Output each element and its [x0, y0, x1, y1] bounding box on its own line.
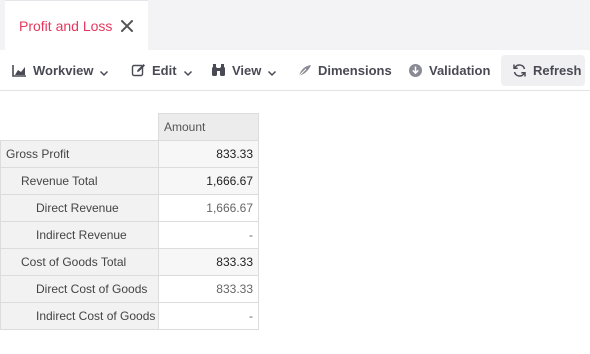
table-row: Indirect Revenue - — [0, 221, 259, 249]
workview-button[interactable]: Workview — [12, 55, 109, 86]
chevron-down-icon — [183, 66, 193, 76]
edit-button[interactable]: Edit — [131, 55, 193, 86]
table-row: Direct Revenue 1,666.67 — [0, 194, 259, 222]
binoculars-icon — [211, 63, 226, 78]
grid-corner — [0, 113, 159, 141]
tab-strip: Profit and Loss — [0, 0, 590, 50]
row-header[interactable]: Indirect Cost of Goods — [0, 302, 159, 330]
header-row: Amount — [0, 113, 259, 141]
chart-icon — [12, 63, 27, 78]
validation-button[interactable]: Validation — [408, 55, 490, 86]
cell-value[interactable]: 833.33 — [158, 275, 259, 303]
dimensions-icon — [297, 63, 312, 78]
view-button[interactable]: View — [211, 55, 277, 86]
edit-label: Edit — [152, 63, 177, 78]
cell-value[interactable]: 1,666.67 — [158, 167, 259, 195]
row-header[interactable]: Indirect Revenue — [0, 221, 159, 249]
cell-value[interactable]: 833.33 — [158, 248, 259, 276]
row-header[interactable]: Cost of Goods Total — [0, 248, 159, 276]
refresh-icon — [512, 63, 527, 78]
table-row: Gross Profit 833.33 — [0, 140, 259, 168]
row-header[interactable]: Direct Revenue — [0, 194, 159, 222]
table-row: Cost of Goods Total 833.33 — [0, 248, 259, 276]
refresh-label: Refresh — [533, 63, 582, 78]
row-header[interactable]: Direct Cost of Goods — [0, 275, 159, 303]
pencil-icon — [131, 63, 146, 78]
chevron-down-icon — [267, 66, 277, 76]
chevron-down-icon — [99, 66, 109, 76]
toolbar: Workview Edit View Dimensions Validation… — [0, 50, 590, 91]
view-label: View — [232, 63, 262, 78]
dimensions-button[interactable]: Dimensions — [297, 55, 392, 86]
refresh-button[interactable]: Refresh — [501, 55, 585, 86]
table-row: Indirect Cost of Goods - — [0, 302, 259, 330]
row-header[interactable]: Revenue Total — [0, 167, 159, 195]
column-header-amount[interactable]: Amount — [158, 113, 259, 141]
validation-label: Validation — [429, 63, 491, 78]
cell-value[interactable]: 1,666.67 — [158, 194, 259, 222]
close-icon[interactable] — [119, 18, 135, 34]
cell-value[interactable]: - — [158, 302, 259, 330]
workview-label: Workview — [33, 63, 94, 78]
pnl-grid: Amount Gross Profit 833.33 Revenue Total… — [0, 113, 259, 330]
tab-title: Profit and Loss — [19, 18, 113, 34]
tab-profit-and-loss[interactable]: Profit and Loss — [5, 0, 148, 50]
row-header[interactable]: Gross Profit — [0, 140, 159, 168]
cell-value[interactable]: 833.33 — [158, 140, 259, 168]
table-row: Revenue Total 1,666.67 — [0, 167, 259, 195]
download-circle-icon — [408, 63, 423, 78]
table-row: Direct Cost of Goods 833.33 — [0, 275, 259, 303]
cell-value[interactable]: - — [158, 221, 259, 249]
dimensions-label: Dimensions — [318, 63, 392, 78]
